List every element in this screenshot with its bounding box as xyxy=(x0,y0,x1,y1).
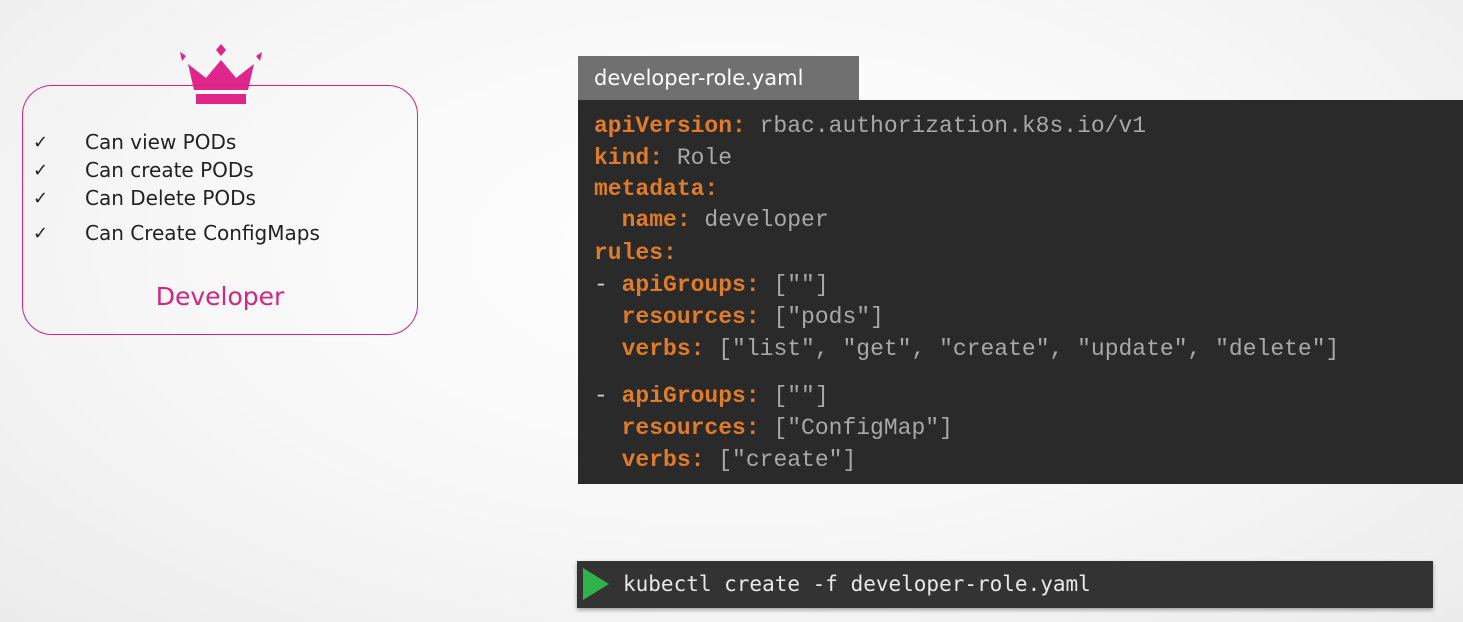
code-key: name: xyxy=(621,207,691,233)
permission-label: Can view PODs xyxy=(85,130,237,154)
code-value: ["create"] xyxy=(704,447,857,473)
code-line: name: developer xyxy=(594,204,829,236)
terminal-command: kubectl create -f developer-role.yaml xyxy=(623,572,1091,596)
permission-item: ✓ Can create PODs xyxy=(33,156,320,184)
code-line: kind: Role xyxy=(594,142,732,174)
code-key: resources: xyxy=(621,415,760,441)
code-value: ["list", "get", "create", "update", "del… xyxy=(704,336,1340,362)
code-prefix: - xyxy=(594,383,622,409)
code-key: apiGroups: xyxy=(621,383,760,409)
code-line: verbs: ["list", "get", "create", "update… xyxy=(594,333,1340,365)
code-key: kind: xyxy=(594,145,664,171)
permission-label: Can Delete PODs xyxy=(85,186,256,210)
code-value: [""] xyxy=(759,383,829,409)
code-value: [""] xyxy=(759,272,829,298)
permission-label: Can Create ConfigMaps xyxy=(85,221,320,245)
terminal-bar: kubectl create -f developer-role.yaml xyxy=(577,561,1433,608)
permission-item: ✓ Can view PODs xyxy=(33,128,320,156)
code-prefix xyxy=(594,336,622,362)
code-prefix: - xyxy=(594,272,622,298)
code-prefix xyxy=(594,207,622,233)
code-key: verbs: xyxy=(621,447,705,473)
permission-item: ✓ Can Delete PODs xyxy=(33,184,320,212)
code-value: ["pods"] xyxy=(759,304,884,330)
role-title: Developer xyxy=(155,282,285,311)
check-icon: ✓ xyxy=(33,131,49,153)
code-value: rbac.authorization.k8s.io/v1 xyxy=(745,113,1147,139)
code-panel: apiVersion: rbac.authorization.k8s.io/v1… xyxy=(578,100,1463,484)
permission-item: ✓ Can Create ConfigMaps xyxy=(33,219,320,247)
code-key: metadata: xyxy=(594,176,719,202)
permission-list: ✓ Can view PODs ✓ Can create PODs ✓ Can … xyxy=(33,128,320,247)
code-value: developer xyxy=(690,207,829,233)
code-prefix xyxy=(594,415,622,441)
code-line: resources: ["ConfigMap"] xyxy=(594,412,953,444)
code-prefix xyxy=(594,447,622,473)
code-key: resources: xyxy=(621,304,760,330)
code-line: resources: ["pods"] xyxy=(594,301,884,333)
code-line: rules: xyxy=(594,237,677,269)
code-line: metadata: xyxy=(594,173,718,205)
code-prefix xyxy=(594,304,622,330)
code-line: - apiGroups: [""] xyxy=(594,380,829,412)
code-key: apiVersion: xyxy=(594,113,746,139)
code-line: - apiGroups: [""] xyxy=(594,269,829,301)
code-value: Role xyxy=(663,145,733,171)
check-icon: ✓ xyxy=(33,187,49,209)
code-line: verbs: ["create"] xyxy=(594,444,857,476)
code-key: rules: xyxy=(594,240,677,266)
code-key: verbs: xyxy=(621,336,705,362)
code-line: apiVersion: rbac.authorization.k8s.io/v1 xyxy=(594,110,1146,142)
play-icon xyxy=(583,568,609,600)
check-icon: ✓ xyxy=(33,222,49,244)
check-icon: ✓ xyxy=(33,159,49,181)
code-value: ["ConfigMap"] xyxy=(759,415,953,441)
permission-label: Can create PODs xyxy=(85,158,254,182)
code-key: apiGroups: xyxy=(621,272,760,298)
file-name-tab: developer-role.yaml xyxy=(578,56,859,100)
